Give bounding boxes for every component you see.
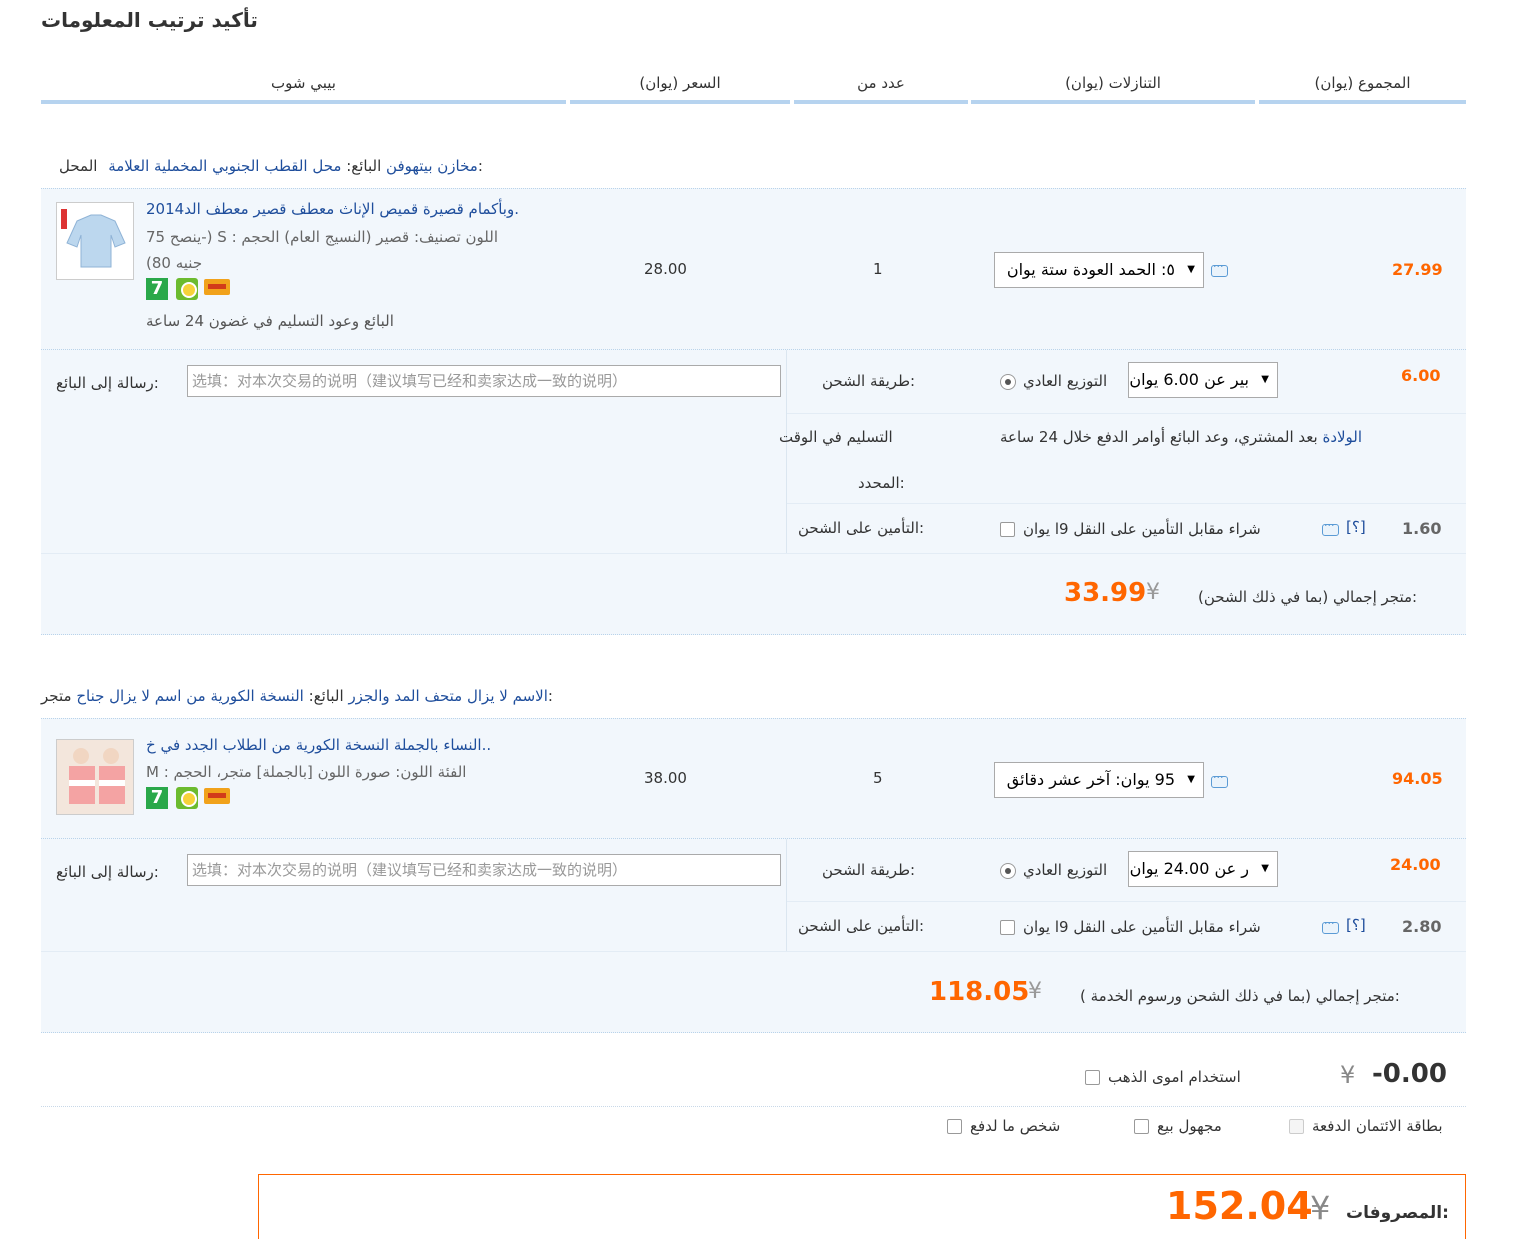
insurance-label: التأمين على الشحن: [798, 519, 925, 537]
insurance-help-link[interactable]: [؟] [1346, 916, 1366, 934]
insurance-checkbox[interactable] [1000, 522, 1015, 537]
insurance-text: شراء مقابل التأمين على النقل 9ا يوان [1023, 918, 1261, 936]
shipping-method-radio[interactable] [1000, 374, 1016, 390]
page-title: تأكيد ترتيب المعلومات [41, 8, 258, 32]
seven-day-return-icon: 7 [146, 278, 168, 300]
currency-symbol: ¥ [1310, 1189, 1331, 1227]
ontime-link[interactable]: الولادة [1322, 428, 1362, 446]
product-title-link[interactable]: النساء بالجملة النسخة الكورية من الطلاب … [146, 736, 491, 754]
quality-guarantee-icon [176, 278, 198, 300]
header-store: بيبي شوب [41, 74, 566, 104]
shop-name-link[interactable]: النسخة الكورية من اسم لا يزال جناح [76, 687, 304, 705]
credit-card-checkbox[interactable] [1289, 1119, 1304, 1134]
chevron-down-icon: ▼ [1187, 774, 1195, 785]
header-qty: عدد من [794, 74, 968, 104]
gold-checkbox[interactable] [1085, 1070, 1100, 1085]
item-total: 94.05 [1392, 769, 1443, 788]
message-input[interactable]: 选填：对本次交易的说明（建议填写已经和卖家达成一致的说明） [187, 365, 781, 397]
credit-card-icon [204, 788, 230, 804]
shipping-divider [786, 839, 787, 951]
message-label: رسالة إلى البائع: [56, 374, 159, 392]
ontime-text: الولادة بعد المشتري، وعد البائع أوامر ال… [1000, 428, 1363, 446]
item-qty: 1 [873, 260, 883, 278]
header-price: (السعر (يوان [570, 74, 790, 104]
shipping-fee-select[interactable]: بير عن 6.00 يوان ▼ [1128, 362, 1278, 398]
shop-name-link[interactable]: محل القطب الجنوبي المخملية العلامة [108, 157, 341, 175]
product-attributes: M : الفئة اللون: صورة اللون [بالجملة] مت… [146, 763, 467, 781]
someone-pay-label: شخص ما لدفع [970, 1117, 1061, 1135]
shipping-cost: 6.00 [1401, 366, 1441, 385]
header-total: (المجموع (يوان [1259, 74, 1466, 104]
sweater-image-icon [57, 740, 133, 814]
delivery-promise: البائع وعود التسليم في غضون 24 ساعة [146, 312, 394, 330]
chevron-down-icon: ▼ [1261, 863, 1269, 874]
shipping-method-name: التوزيع العادي [1023, 861, 1108, 879]
message-label: رسالة إلى البائع: [56, 863, 159, 881]
product-title-link[interactable]: وبأكمام قصيرة قميص الإناث معطف قصير معطف… [146, 200, 519, 218]
shipping-method-name: التوزيع العادي [1023, 372, 1108, 390]
discount-select[interactable]: ٥: الحمد العودة ستة يوان ▼ [994, 252, 1204, 288]
chat-icon[interactable] [1211, 260, 1228, 277]
shipping-fee-select[interactable]: ر عن 24.00 يوان ▼ [1128, 851, 1278, 887]
seller-label: البائع: [308, 687, 344, 705]
header-discount: (التنازلات (يوان [971, 74, 1255, 104]
store-total-label: متجر إجمالي (بما في ذلك الشحن ورسوم الخد… [1080, 987, 1400, 1005]
grand-total-amount: 152.04 [1166, 1184, 1313, 1228]
ontime-label: التسليم في الوقت [779, 428, 893, 446]
insurance-cost: 2.80 [1402, 917, 1442, 936]
seller-line: الاسم لا يزال متحف المد والجزر البائع: ا… [41, 687, 651, 705]
message-input[interactable]: 选填：对本次交易的说明（建议填写已经和卖家达成一致的说明） [187, 854, 781, 886]
chat-icon[interactable] [1211, 771, 1228, 788]
credit-card-label: بطاقة الائتمان الدفعة [1312, 1117, 1443, 1135]
item-qty: 5 [873, 769, 883, 787]
chevron-down-icon: ▼ [1187, 264, 1195, 275]
gold-amount: -0.00 [1372, 1059, 1447, 1089]
shipping-divider [786, 350, 787, 553]
quality-guarantee-icon [176, 787, 198, 809]
seller-label: البائع: [346, 157, 382, 175]
item-price: 38.00 [644, 769, 687, 787]
insurance-help-link[interactable]: [؟] [1346, 518, 1366, 536]
insurance-label: التأمين على الشحن: [798, 917, 925, 935]
someone-pay-checkbox[interactable] [947, 1119, 962, 1134]
ontime-label-cont: المحدد: [858, 474, 905, 492]
shipping-method-radio[interactable] [1000, 863, 1016, 879]
seller-name-link[interactable]: مخازن بيتهوفن [386, 157, 478, 175]
credit-card-icon [204, 279, 230, 295]
product-attributes: ينصح 75-) S : اللون تصنيف: قصير (النسيج … [146, 228, 499, 246]
divider [41, 1106, 1466, 1107]
seller-name-link[interactable]: الاسم لا يزال متحف المد والجزر [348, 687, 547, 705]
discount-select[interactable]: 95 يوان: آخر عشر دقائق ▼ [994, 762, 1204, 798]
currency-symbol: ¥ [1340, 1061, 1356, 1089]
item-total: 27.99 [1392, 260, 1443, 279]
chat-icon[interactable] [1322, 519, 1339, 536]
seller-line: مخازن بيتهوفن البائع: محل القطب الجنوبي … [41, 157, 561, 175]
item-price: 28.00 [644, 260, 687, 278]
anonymous-checkbox[interactable] [1134, 1119, 1149, 1134]
store-total-amount: 118.05 [929, 977, 1030, 1007]
insurance-text: شراء مقابل التأمين على النقل 9ا يوان [1023, 520, 1261, 538]
currency-symbol: ¥ [1146, 580, 1160, 605]
product-attributes-cont: (80 جنيه [146, 254, 203, 272]
seven-day-return-icon: 7 [146, 787, 168, 809]
product-thumbnail[interactable] [56, 739, 134, 815]
store-total-label: متجر إجمالي (بما في ذلك الشحن): [1198, 588, 1418, 606]
shipping-method-label: طريقة الشحن: [822, 372, 916, 390]
insurance-cost: 1.60 [1402, 519, 1442, 538]
chat-icon[interactable] [1322, 917, 1339, 934]
chevron-down-icon: ▼ [1261, 374, 1269, 385]
shipping-method-label: طريقة الشحن: [822, 861, 916, 879]
shirt-image-icon [57, 203, 133, 279]
anonymous-label: مجهول بيع [1157, 1117, 1222, 1135]
product-thumbnail[interactable] [56, 202, 134, 280]
shipping-cost: 24.00 [1390, 855, 1441, 874]
grand-total-label: المصروفات: [1346, 1203, 1449, 1223]
insurance-checkbox[interactable] [1000, 920, 1015, 935]
store-total-amount: 33.99 [1064, 578, 1147, 608]
gold-label: استخدام اموى الذهب [1108, 1068, 1241, 1086]
currency-symbol: ¥ [1028, 979, 1042, 1004]
